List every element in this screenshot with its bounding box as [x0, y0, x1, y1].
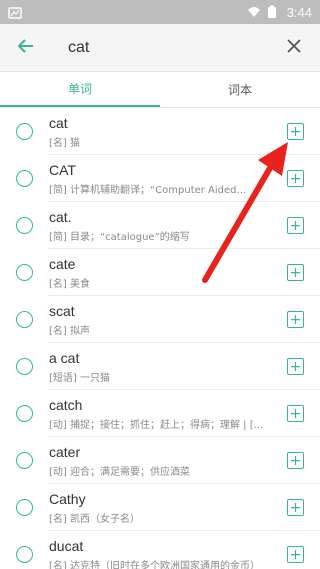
item-word: cat — [49, 114, 68, 131]
item-text: cate [名] 美食 — [49, 256, 279, 290]
add-to-wordbook-button[interactable]: + — [287, 311, 304, 328]
add-to-wordbook-button[interactable]: + — [287, 499, 304, 516]
back-button[interactable] — [12, 34, 40, 62]
select-radio[interactable] — [16, 358, 33, 375]
item-definition: [名] 凯西（女子名） — [49, 513, 140, 525]
plus-square-icon: + — [289, 311, 302, 328]
item-text: CAT [简] 计算机辅助翻译；“Computer Aided... — [49, 162, 279, 196]
add-to-wordbook-button[interactable]: + — [287, 405, 304, 422]
status-indicators: 3:44 — [247, 5, 312, 20]
add-to-wordbook-button[interactable]: + — [287, 264, 304, 281]
item-definition: [动] 迎合；满足需要；供应酒菜 — [49, 466, 190, 478]
tab-wordbook[interactable]: 词本 — [160, 72, 320, 107]
item-text: a cat [短语] 一只猫 — [49, 350, 279, 384]
item-text: ducat [名] 达克特（旧时在多个欧洲国家通用的金币） — [49, 538, 279, 569]
select-radio[interactable] — [16, 405, 33, 422]
select-radio[interactable] — [16, 217, 33, 234]
arrow-left-icon — [17, 37, 35, 59]
status-bar: 3:44 — [0, 0, 320, 24]
plus-square-icon: + — [289, 499, 302, 516]
item-word: ducat — [49, 537, 84, 554]
add-to-wordbook-button[interactable]: + — [287, 170, 304, 187]
item-text: Cathy [名] 凯西（女子名） — [49, 491, 279, 525]
plus-square-icon: + — [289, 405, 302, 422]
list-item[interactable]: a cat [短语] 一只猫 + — [0, 343, 320, 390]
select-radio[interactable] — [16, 123, 33, 140]
battery-icon — [267, 5, 281, 19]
result-list: cat [名] 猫 + CAT [简] 计算机辅助翻译；“Computer Ai… — [0, 108, 320, 569]
item-text: cater [动] 迎合；满足需要；供应酒菜 — [49, 444, 279, 478]
plus-square-icon: + — [289, 217, 302, 234]
item-word: cate — [49, 255, 76, 272]
item-definition: [动] 捕捉；接住；抓住；赶上；得病；理解 | [... — [49, 419, 264, 431]
list-item[interactable]: cate [名] 美食 + — [0, 249, 320, 296]
add-to-wordbook-button[interactable]: + — [287, 546, 304, 563]
plus-square-icon: + — [289, 123, 302, 140]
item-word: catch — [49, 396, 83, 413]
tab-bar: 单词 词本 — [0, 72, 320, 108]
item-definition: [简] 目录；“catalogue”的缩写 — [49, 231, 190, 243]
select-radio[interactable] — [16, 452, 33, 469]
item-definition: [名] 拟声 — [49, 325, 90, 337]
clock-time: 3:44 — [286, 4, 312, 20]
add-to-wordbook-button[interactable]: + — [287, 217, 304, 234]
select-radio[interactable] — [16, 170, 33, 187]
plus-square-icon: + — [289, 452, 302, 469]
notification-icon — [8, 5, 22, 19]
list-item[interactable]: catch [动] 捕捉；接住；抓住；赶上；得病；理解 | [... + — [0, 390, 320, 437]
list-item[interactable]: cat [名] 猫 + — [0, 108, 320, 155]
item-definition: [名] 猫 — [49, 137, 80, 149]
item-definition: [简] 计算机辅助翻译；“Computer Aided... — [49, 184, 247, 196]
select-radio[interactable] — [16, 499, 33, 516]
plus-square-icon: + — [289, 358, 302, 375]
plus-square-icon: + — [289, 546, 302, 563]
tab-words[interactable]: 单词 — [0, 72, 160, 107]
clear-search-button[interactable] — [280, 34, 308, 62]
item-text: catch [动] 捕捉；接住；抓住；赶上；得病；理解 | [... — [49, 397, 279, 431]
add-to-wordbook-button[interactable]: + — [287, 358, 304, 375]
select-radio[interactable] — [16, 546, 33, 563]
list-item[interactable]: scat [名] 拟声 + — [0, 296, 320, 343]
wifi-icon — [247, 5, 261, 19]
item-word: cater — [49, 443, 81, 460]
item-definition: [短语] 一只猫 — [49, 372, 110, 384]
plus-square-icon: + — [289, 264, 302, 281]
list-item[interactable]: cater [动] 迎合；满足需要；供应酒菜 + — [0, 437, 320, 484]
close-icon — [287, 38, 301, 57]
item-text: scat [名] 拟声 — [49, 303, 279, 337]
list-item[interactable]: cat. [简] 目录；“catalogue”的缩写 + — [0, 202, 320, 249]
item-word: Cathy — [49, 490, 86, 507]
search-bar — [0, 24, 320, 72]
item-text: cat [名] 猫 — [49, 115, 279, 149]
add-to-wordbook-button[interactable]: + — [287, 452, 304, 469]
item-text: cat. [简] 目录；“catalogue”的缩写 — [49, 209, 279, 243]
item-definition: [名] 美食 — [49, 278, 90, 290]
add-to-wordbook-button[interactable]: + — [287, 123, 304, 140]
item-word: CAT — [49, 161, 76, 178]
item-word: a cat — [49, 349, 80, 366]
list-item[interactable]: Cathy [名] 凯西（女子名） + — [0, 484, 320, 531]
item-word: cat. — [49, 208, 72, 225]
plus-square-icon: + — [289, 170, 302, 187]
select-radio[interactable] — [16, 311, 33, 328]
list-item[interactable]: ducat [名] 达克特（旧时在多个欧洲国家通用的金币） + — [0, 531, 320, 569]
item-definition: [名] 达克特（旧时在多个欧洲国家通用的金币） — [49, 560, 260, 569]
list-item[interactable]: CAT [简] 计算机辅助翻译；“Computer Aided... + — [0, 155, 320, 202]
search-input[interactable] — [68, 38, 280, 57]
select-radio[interactable] — [16, 264, 33, 281]
item-word: scat — [49, 302, 75, 319]
